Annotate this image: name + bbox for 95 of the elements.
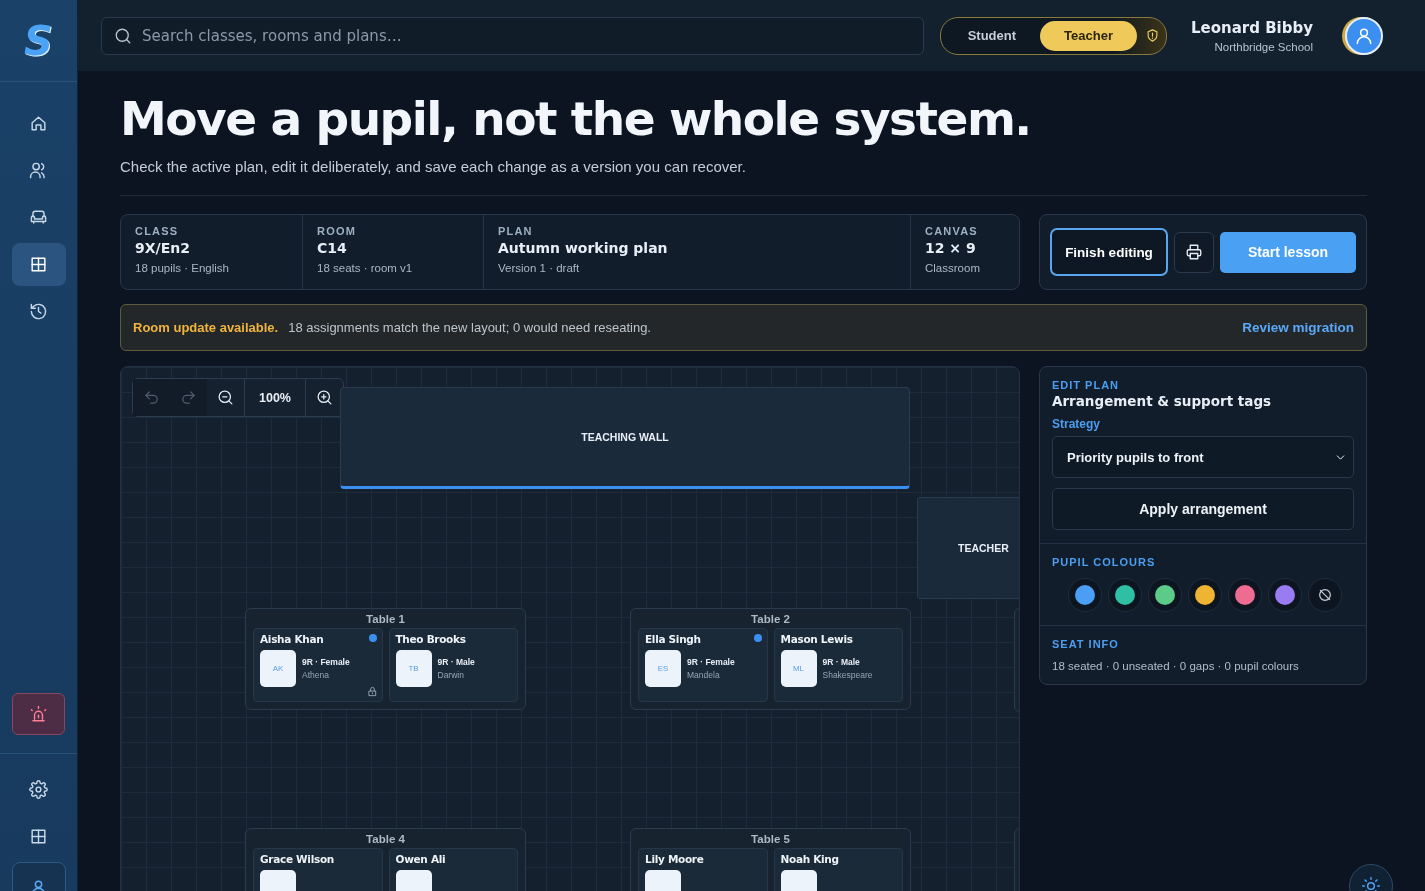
zoom-out-icon bbox=[217, 389, 234, 406]
table-name: Table 4 bbox=[366, 833, 405, 845]
summary-detail: Classroom bbox=[925, 262, 981, 274]
page-subtitle: Check the active plan, edit it deliberately, and save each change as a version you can recover. bbox=[120, 158, 747, 175]
finish-editing-button[interactable]: Finish editing bbox=[1050, 228, 1168, 276]
pupil-name: Grace Wilson bbox=[260, 853, 335, 865]
undo-icon bbox=[143, 389, 160, 406]
sun-icon bbox=[1361, 876, 1381, 891]
desk-label: TEACHER bbox=[958, 542, 1009, 554]
logo: S bbox=[24, 17, 53, 64]
pupil-card[interactable]: Mason Lewis ML 9R · Male Shakespeare bbox=[773, 628, 903, 702]
sidebar-item[interactable] bbox=[11, 243, 66, 286]
pupil-house: Athena bbox=[302, 670, 330, 680]
pupil-card[interactable]: Ella Singh ES 9R · Female Mandela bbox=[638, 628, 768, 702]
review-migration-link[interactable]: Review migration bbox=[1242, 320, 1354, 335]
pupil-card[interactable]: Theo Brooks TB 9R · Male Darwin bbox=[388, 628, 518, 702]
pupil-group: 9R · Male bbox=[437, 657, 475, 667]
panel-title: Arrangement & support tags bbox=[1052, 393, 1273, 409]
summary-label: CANVAS bbox=[925, 225, 979, 237]
summary-label: CLASS bbox=[135, 225, 180, 237]
colour-swatch[interactable] bbox=[1188, 578, 1222, 612]
printer-icon bbox=[1185, 243, 1203, 261]
section-label: EDIT PLAN bbox=[1052, 379, 1121, 391]
pupil-name: Lily Moore bbox=[645, 853, 705, 865]
summary-detail: 18 seats · room v1 bbox=[317, 262, 414, 274]
seat-info: 18 seated · 0 unseated · 0 gaps · 0 pupil colours bbox=[1052, 660, 1300, 672]
pupil-house: Shakespeare bbox=[822, 670, 873, 680]
summary-value: 9X/En2 bbox=[135, 240, 191, 256]
colour-swatch[interactable] bbox=[1268, 578, 1302, 612]
pupil-house: Mandela bbox=[687, 670, 721, 680]
armchair-icon bbox=[29, 208, 48, 227]
colour-swatch[interactable] bbox=[1228, 578, 1262, 612]
summary-value: Autumn working plan bbox=[498, 240, 669, 256]
section-label: PUPIL COLOURS bbox=[1052, 556, 1157, 568]
no-colour-button[interactable] bbox=[1308, 578, 1342, 612]
pupil-card[interactable]: Aisha Khan AK 9R · Female Athena bbox=[253, 628, 383, 702]
zoom-in-icon bbox=[316, 389, 333, 406]
strategy-label: Strategy bbox=[1052, 417, 1102, 431]
table-name: Table 5 bbox=[751, 833, 790, 845]
pupil-avatar: ML bbox=[780, 650, 817, 687]
role-tab[interactable]: Teacher bbox=[1040, 20, 1137, 51]
pupil-name: Ella Singh bbox=[645, 633, 702, 645]
pupil-avatar: TB bbox=[395, 650, 432, 687]
redo-icon bbox=[180, 389, 197, 406]
colour-swatch[interactable] bbox=[1068, 578, 1102, 612]
school-name: Northbridge School bbox=[1214, 40, 1313, 53]
avatar[interactable] bbox=[1345, 16, 1383, 55]
wall-label: TEACHING WALL bbox=[581, 431, 669, 443]
history-icon bbox=[29, 302, 48, 321]
page-title: Move a pupil, not the whole system. bbox=[120, 91, 1032, 146]
search-field[interactable]: Search classes, rooms and plans… bbox=[101, 16, 924, 55]
colour-swatch[interactable] bbox=[1108, 578, 1142, 612]
table-name: Table 1 bbox=[366, 613, 405, 625]
summary-label: ROOM bbox=[317, 225, 358, 237]
search-icon bbox=[114, 26, 132, 45]
pupil-name: Theo Brooks bbox=[395, 633, 467, 645]
pupil-name: Owen Ali bbox=[395, 853, 447, 865]
pupil-name: Mason Lewis bbox=[780, 633, 854, 645]
shield-icon bbox=[1144, 28, 1160, 43]
pupil-card[interactable]: Lily Moore bbox=[638, 848, 768, 891]
pupil-group: 9R · Male bbox=[822, 657, 873, 667]
strategy-select[interactable]: Priority pupils to front bbox=[1052, 436, 1354, 478]
summary-label: PLAN bbox=[498, 225, 534, 237]
apply-arrangement-button[interactable]: Apply arrangement bbox=[1052, 488, 1354, 530]
section-label: SEAT INFO bbox=[1052, 638, 1120, 650]
alert-button[interactable] bbox=[12, 693, 65, 735]
settings-icon bbox=[29, 780, 48, 799]
colour-swatch[interactable] bbox=[1148, 578, 1182, 612]
pupil-avatar: ES bbox=[645, 650, 681, 687]
banner-title: Room update available. bbox=[133, 320, 279, 335]
pupil-card[interactable]: Owen Ali bbox=[388, 848, 518, 891]
siren-icon bbox=[29, 704, 48, 724]
pupil-avatar: AK bbox=[260, 650, 296, 687]
summary-value: 12 × 9 bbox=[925, 240, 977, 256]
grid-icon bbox=[29, 255, 48, 274]
user-name: Leonard Bibby bbox=[1190, 18, 1313, 37]
pupil-group: 9R · Female bbox=[687, 657, 735, 667]
home-icon bbox=[29, 114, 48, 133]
people-icon bbox=[29, 161, 48, 180]
slashed-circle-icon bbox=[1317, 587, 1333, 603]
pupil-name: Noah King bbox=[780, 853, 840, 865]
pupil-group: 9R · Female bbox=[302, 657, 350, 667]
pupil-card[interactable]: Noah King bbox=[773, 848, 903, 891]
role-tab[interactable]: Student bbox=[943, 20, 1041, 51]
summary-detail: 18 pupils · English bbox=[135, 262, 230, 274]
summary-value: C14 bbox=[317, 240, 348, 256]
pupil-name: Aisha Khan bbox=[260, 633, 325, 645]
table-name: Table 2 bbox=[751, 613, 790, 625]
pupil-house: Darwin bbox=[437, 670, 465, 680]
grid-icon bbox=[29, 827, 48, 846]
summary-detail: Version 1 · draft bbox=[498, 262, 581, 274]
banner-message: 18 assignments match the new layout; 0 would need reseating. bbox=[288, 320, 652, 335]
zoom-level: 100% bbox=[244, 379, 306, 416]
pupil-card[interactable]: Grace Wilson bbox=[253, 848, 383, 891]
print-button[interactable] bbox=[1174, 231, 1214, 273]
